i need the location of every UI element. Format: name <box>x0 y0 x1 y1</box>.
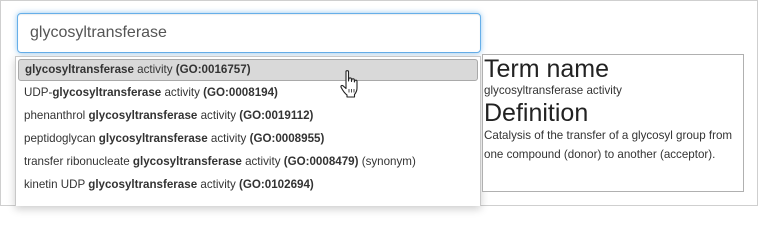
term-name-heading: Term name <box>484 55 610 83</box>
suggestion-go-id: (GO:0019112) <box>239 109 314 122</box>
suggestion-extra: (synonym) <box>358 155 416 168</box>
suggestion-item[interactable]: UDP-glycosyltransferase activity (GO:000… <box>16 81 480 104</box>
suggestion-suffix: activity <box>133 63 176 76</box>
suggestion-go-id: (GO:0008194) <box>203 86 278 99</box>
suggestion-suffix: activity <box>207 132 250 145</box>
suggestion-match: glycosyltransferase <box>98 132 208 145</box>
suggestion-suffix: activity <box>161 86 204 99</box>
suggestion-suffix: activity <box>197 109 240 122</box>
suggestion-match: glycosyltransferase <box>88 109 198 122</box>
suggestion-suffix: activity <box>241 155 284 168</box>
suggestion-item[interactable]: glycosyltransferase activity (GO:0016757… <box>18 59 478 81</box>
definition-value: Catalysis of the transfer of a glycosyl … <box>484 129 733 161</box>
suggestion-item[interactable]: kinetin UDP glycosyltransferase activity… <box>16 173 480 196</box>
suggestion-match: glycosyltransferase <box>132 155 242 168</box>
suggestion-prefix: phenanthrol <box>24 109 89 122</box>
suggestion-prefix: UDP- <box>24 86 53 99</box>
search-input[interactable] <box>17 13 481 53</box>
suggestion-prefix: transfer ribonucleate <box>24 155 133 168</box>
definition-heading: Definition <box>484 99 589 127</box>
suggestion-prefix: kinetin UDP <box>24 178 89 191</box>
suggestion-go-id: (GO:0008479) <box>283 155 359 168</box>
suggestion-dropdown: glycosyltransferase activity (GO:0016757… <box>15 56 481 206</box>
suggestion-suffix: activity <box>197 178 240 191</box>
suggestion-item-partial[interactable] <box>16 196 480 206</box>
suggestion-go-id: (GO:0008955) <box>249 132 325 145</box>
suggestion-item[interactable]: phenanthrol glycosyltransferase activity… <box>16 104 480 127</box>
suggestion-item[interactable]: peptidoglycan glycosyltransferase activi… <box>16 127 480 150</box>
term-info-panel: Term name glycosyltransferase activity D… <box>482 54 744 192</box>
suggestion-go-id: (GO:0016757) <box>175 63 251 76</box>
suggestion-match: glycosyltransferase <box>52 86 162 99</box>
suggestion-match: glycosyltransferase <box>25 63 134 76</box>
suggestion-prefix: peptidoglycan <box>24 132 99 145</box>
suggestion-match: glycosyltransferase <box>88 178 198 191</box>
hand-pointer-icon <box>340 70 358 98</box>
suggestion-item[interactable]: transfer ribonucleate glycosyltransferas… <box>16 150 480 173</box>
suggestion-go-id: (GO:0102694) <box>239 178 314 191</box>
term-name-value: glycosyltransferase activity <box>484 84 622 97</box>
